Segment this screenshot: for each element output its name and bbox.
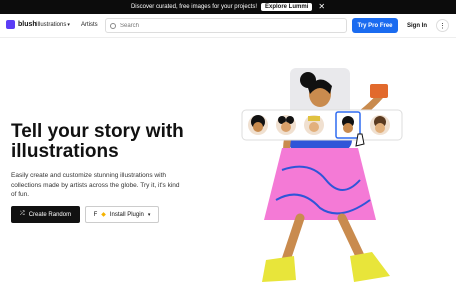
sketch-icon: ◆ (101, 212, 106, 218)
more-options-icon[interactable]: ⋮ (436, 19, 449, 32)
top-nav: blush Illustrations▾ Artists Try Pro Fre… (0, 14, 456, 38)
page-title: Tell your story with illustrations (11, 121, 184, 162)
install-plugin-button[interactable]: F ◆ Install Plugin ▾ (85, 206, 159, 223)
chevron-down-icon: ▾ (147, 211, 151, 218)
right-shoe (350, 252, 390, 282)
hero-description: Easily create and customize stunning ill… (11, 172, 180, 198)
illustrations-menu[interactable]: Illustrations▾ (36, 22, 70, 28)
figma-icon: F (93, 211, 98, 218)
avatar-option-4[interactable] (342, 116, 354, 133)
try-pro-button[interactable]: Try Pro Free (352, 18, 398, 33)
banner-text: Discover curated, free images for your p… (130, 4, 257, 10)
left-leg (281, 213, 305, 265)
pointer-cursor-icon (355, 133, 365, 147)
illustrations-label: Illustrations (36, 22, 67, 28)
create-random-label: Create Random (28, 211, 72, 218)
search-icon (110, 22, 116, 29)
artists-link[interactable]: Artists (81, 22, 98, 28)
avatar-option-3[interactable] (304, 115, 324, 135)
logo-text: blush (18, 21, 37, 28)
search-bar[interactable] (105, 18, 347, 33)
avatar-option-1[interactable] (248, 115, 268, 135)
blush-logo-icon (6, 20, 15, 29)
right-leg (337, 213, 365, 261)
avatar-option-2[interactable] (276, 115, 296, 135)
explore-lummi-button[interactable]: Explore Lummi (261, 3, 313, 11)
close-icon[interactable]: ✕ (318, 3, 325, 11)
install-plugin-label: Install Plugin (109, 211, 144, 218)
logo[interactable]: blush (6, 20, 37, 29)
coffee-cup (370, 84, 388, 98)
chevron-down-icon: ▾ (67, 22, 70, 28)
sign-in-button[interactable]: Sign In (403, 18, 431, 33)
hero-illustration (241, 68, 403, 282)
shuffle-icon: ⤮ (19, 211, 25, 217)
left-shoe (262, 256, 296, 282)
avatar-option-5[interactable] (370, 115, 390, 135)
create-random-button[interactable]: ⤮ Create Random (11, 206, 80, 223)
announcement-banner: Discover curated, free images for your p… (0, 0, 456, 14)
search-input[interactable] (120, 22, 320, 29)
